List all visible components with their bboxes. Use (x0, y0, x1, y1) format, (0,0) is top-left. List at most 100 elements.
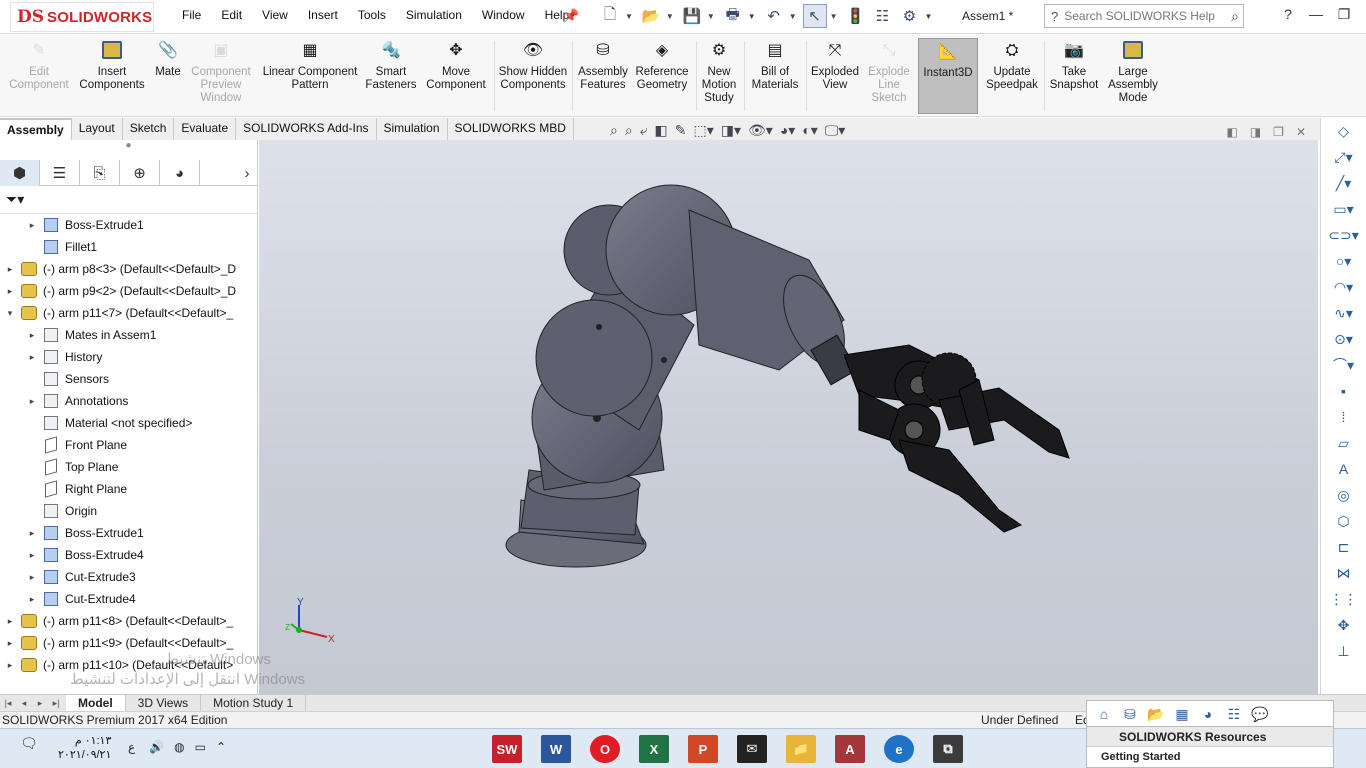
custom-properties-icon[interactable]: ☷ (1221, 706, 1247, 723)
tree-item[interactable]: Right Plane (0, 478, 257, 500)
tree-item[interactable]: Material <not specified> (0, 412, 257, 434)
search-icon[interactable]: ⌕ (1231, 8, 1239, 25)
explode-line-sketch-button[interactable]: ⤡ Explode Line Sketch (864, 38, 914, 114)
linear-component-pattern-button[interactable]: ▦ Linear Component Pattern (258, 38, 362, 114)
text-icon[interactable]: A (1321, 456, 1366, 482)
edit-component-button[interactable]: ✎ Edit Component (8, 38, 70, 114)
tab-motion-study[interactable]: Motion Study 1 (201, 694, 307, 712)
chevron-down-icon[interactable]: ▼ (666, 12, 674, 21)
show-hidden-icons-chevron-icon[interactable]: ⌃ (216, 740, 226, 754)
restore-icon[interactable]: ❐ (1330, 6, 1358, 23)
tab-simulation[interactable]: Simulation (377, 118, 448, 140)
new-motion-study-button[interactable]: ⚙ New Motion Study (698, 38, 740, 114)
convert-entities-icon[interactable]: ⬡ (1321, 508, 1366, 534)
sketch-icon[interactable]: ◇ (1321, 118, 1366, 144)
chevron-down-icon[interactable]: ▼ (830, 12, 838, 21)
tree-item[interactable]: Origin (0, 500, 257, 522)
file-explorer-app-icon[interactable]: 📁 (786, 735, 816, 763)
move-entities-icon[interactable]: ✥ (1321, 612, 1366, 638)
edit-appearance-icon[interactable]: ◕▾ (780, 122, 795, 139)
new-document-icon[interactable]: 🗋 (598, 4, 622, 28)
display-style-icon[interactable]: ◨▾ (721, 122, 741, 139)
tree-item[interactable]: Front Plane (0, 434, 257, 456)
exploded-view-button[interactable]: ⤧ Exploded View (808, 38, 862, 114)
expand-arrow-icon[interactable]: ▸ (26, 594, 38, 605)
solidworks-logo[interactable]: DS SOLIDWORKS (10, 2, 154, 32)
expand-arrow-icon[interactable]: ▸ (26, 572, 38, 583)
rebuild-traffic-light-icon[interactable]: 🚦 (844, 4, 868, 28)
open-folder-icon[interactable]: 📂 (639, 4, 663, 28)
bill-of-materials-button[interactable]: ▤ Bill of Materials (748, 38, 802, 114)
tree-item[interactable]: Sensors (0, 368, 257, 390)
first-tab-icon[interactable]: |◂ (0, 698, 16, 709)
reference-icon[interactable]: ◎ (1321, 482, 1366, 508)
expand-arrow-icon[interactable]: ▸ (4, 286, 16, 297)
next-tab-icon[interactable]: ▸ (32, 698, 48, 709)
pin-menu-icon[interactable]: 📌 (563, 8, 579, 24)
pattern-icon[interactable]: ⋮⋮ (1321, 586, 1366, 612)
mail-app-icon[interactable]: ✉ (737, 735, 767, 763)
help-icon[interactable]: ? (1274, 6, 1302, 23)
assembly-features-button[interactable]: ⛁ Assembly Features (576, 38, 630, 114)
tab-assembly[interactable]: Assembly (0, 118, 72, 140)
access-app-icon[interactable]: A (835, 735, 865, 763)
tree-filter[interactable]: ⏷▾ (0, 186, 257, 214)
expand-arrow-icon[interactable]: ▸ (26, 352, 38, 363)
expand-arrow-icon[interactable]: ▸ (26, 330, 38, 341)
circle-icon[interactable]: ○▾ (1321, 248, 1366, 274)
menu-tools[interactable]: Tools (358, 8, 386, 22)
solidworks-app-icon[interactable]: SW (492, 735, 522, 763)
minimize-icon[interactable]: — (1302, 6, 1330, 23)
smart-fasteners-button[interactable]: 🔩 Smart Fasteners (364, 38, 418, 114)
component-preview-window-button[interactable]: ▣ Component Preview Window (188, 38, 254, 114)
tile-left-icon[interactable]: ◧ (1226, 125, 1237, 139)
menu-view[interactable]: View (262, 8, 288, 22)
expand-arrow-icon[interactable]: ▸ (26, 396, 38, 407)
relations-icon[interactable]: ⊥ (1321, 638, 1366, 664)
expand-arrow-icon[interactable]: ▸ (4, 616, 16, 627)
insert-components-button[interactable]: Insert Components (76, 38, 148, 114)
expand-arrow-icon[interactable]: ▸ (4, 660, 16, 671)
undo-icon[interactable]: ↶ (762, 4, 786, 28)
appearances-icon[interactable]: ◕ (1195, 706, 1221, 722)
slot-icon[interactable]: ⊂⊃▾ (1321, 222, 1366, 248)
save-icon[interactable]: 💾 (680, 4, 704, 28)
zoom-to-fit-icon[interactable]: ⌕ (610, 122, 618, 139)
tree-item[interactable]: ▸ History (0, 346, 257, 368)
menu-simulation[interactable]: Simulation (406, 8, 462, 22)
menu-window[interactable]: Window (482, 8, 525, 22)
view-orientation-icon[interactable]: ⬚▾ (694, 122, 714, 139)
prev-tab-icon[interactable]: ◂ (16, 698, 32, 709)
expand-arrow-icon[interactable]: ▸ (4, 638, 16, 649)
hide-show-items-icon[interactable]: 👁▾ (748, 122, 773, 139)
robot-arm-model[interactable]: Y X Z (259, 140, 1318, 694)
chevron-right-icon[interactable]: › (237, 160, 257, 186)
panel-grip[interactable]: ● (0, 140, 257, 160)
tab-mbd[interactable]: SOLIDWORKS MBD (448, 118, 574, 140)
battery-icon[interactable]: ▭ (195, 740, 206, 754)
dynamic-annotation-icon[interactable]: ✎ (675, 122, 687, 139)
search-input[interactable]: Search SOLIDWORKS Help (1064, 9, 1231, 23)
file-properties-icon[interactable]: ☷ (871, 4, 895, 28)
collapse-arrow-icon[interactable]: ▾ (4, 308, 16, 319)
centerline-icon[interactable]: ⁞ (1321, 404, 1366, 430)
expand-arrow-icon[interactable]: ▸ (26, 220, 38, 231)
opera-app-icon[interactable]: O (590, 735, 620, 763)
configuration-manager-tab[interactable]: ⎘ (80, 160, 120, 186)
mirror-icon[interactable]: ⋈ (1321, 560, 1366, 586)
graphics-area[interactable]: Y X Z (259, 140, 1318, 694)
chevron-down-icon[interactable]: ▼ (789, 12, 797, 21)
spline-icon[interactable]: ∿▾ (1321, 300, 1366, 326)
menu-file[interactable]: File (182, 8, 201, 22)
language-indicator[interactable]: ع (128, 740, 135, 754)
property-manager-tab[interactable]: ☰ (40, 160, 80, 186)
word-app-icon[interactable]: W (541, 735, 571, 763)
chevron-down-icon[interactable]: ▼ (707, 12, 715, 21)
mate-button[interactable]: 📎 Mate (150, 38, 186, 114)
excel-app-icon[interactable]: X (639, 735, 669, 763)
previous-view-icon[interactable]: ⤶ (640, 122, 648, 139)
view-settings-icon[interactable]: 🖵▾ (825, 122, 846, 139)
apply-scene-icon[interactable]: ◐▾ (802, 122, 817, 139)
tree-item[interactable]: ▸ Boss-Extrude1 (0, 214, 257, 236)
move-component-button[interactable]: ✥ Move Component (422, 38, 490, 114)
